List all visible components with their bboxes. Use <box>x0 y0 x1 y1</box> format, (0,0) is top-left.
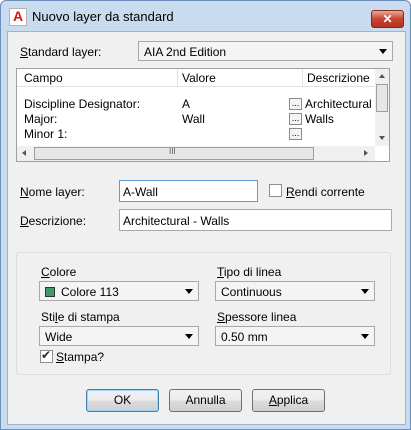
lineweight-value: 0.50 mm <box>221 330 268 344</box>
scroll-down-icon[interactable] <box>379 136 385 140</box>
color-swatch <box>45 287 55 297</box>
title-bar: A Nuovo layer da standard ✕ <box>1 1 410 31</box>
lineweight-dropdown[interactable]: 0.50 mm <box>215 326 375 346</box>
standard-layer-dropdown[interactable]: AIA 2nd Edition <box>138 41 393 61</box>
layer-name-input[interactable]: A-Wall <box>119 180 258 202</box>
cancel-button[interactable]: Annulla <box>169 389 242 412</box>
row-field: Minor 1: <box>24 127 68 141</box>
row-value: A <box>182 97 191 111</box>
scroll-up-icon[interactable] <box>379 74 385 78</box>
column-header-value[interactable]: Valore <box>182 71 216 85</box>
plot-style-dropdown[interactable]: Wide <box>39 326 199 346</box>
column-header-field[interactable]: Campo <box>24 71 63 85</box>
row-field: Major: <box>24 112 58 126</box>
row-value: Wall <box>182 112 205 126</box>
lineweight-label: Spessore linea <box>217 310 297 324</box>
plot-style-label: Stile di stampa <box>41 310 120 324</box>
chevron-down-icon <box>361 334 369 339</box>
close-button[interactable]: ✕ <box>371 10 404 28</box>
linetype-value: Continuous <box>221 285 282 299</box>
scroll-right-icon[interactable] <box>364 150 368 156</box>
color-label: Colore <box>41 265 77 279</box>
browse-button[interactable]: ... <box>289 128 302 140</box>
make-current-checkbox[interactable] <box>269 184 282 197</box>
horizontal-scroll-thumb[interactable]: III <box>34 147 314 160</box>
linetype-label: Tipo di linea <box>217 265 282 279</box>
description-input[interactable]: Architectural - Walls <box>119 209 392 231</box>
row-field: Discipline Designator: <box>24 97 141 111</box>
plot-label[interactable]: Stampa? <box>56 350 104 364</box>
row-description: Walls <box>305 112 334 126</box>
chevron-down-icon <box>185 334 193 339</box>
chevron-down-icon <box>361 289 369 294</box>
linetype-dropdown[interactable]: Continuous <box>215 281 375 301</box>
make-current-label[interactable]: Rendi corrente <box>286 185 365 199</box>
check-icon: ✔ <box>41 348 52 362</box>
autocad-app-icon: A <box>9 8 27 26</box>
vertical-scroll-thumb[interactable] <box>376 84 388 112</box>
color-dropdown[interactable]: Colore 113 <box>39 281 199 301</box>
column-divider <box>302 69 303 86</box>
color-value: Colore 113 <box>61 285 119 299</box>
plot-style-value: Wide <box>45 330 73 344</box>
column-divider <box>177 69 178 86</box>
layer-name-label: Nome layer: <box>20 185 85 199</box>
vertical-scrollbar[interactable] <box>375 69 389 146</box>
browse-button[interactable]: ... <box>289 113 302 125</box>
chevron-down-icon <box>379 49 387 54</box>
column-header-description[interactable]: Descrizione <box>307 71 370 85</box>
chevron-down-icon <box>185 289 193 294</box>
grip-icon: III <box>169 147 176 156</box>
row-description: Architectural <box>305 97 372 111</box>
dialog-window: A Nuovo layer da standard ✕ Standard lay… <box>0 0 411 430</box>
scroll-left-icon[interactable] <box>22 150 26 156</box>
description-label: Descrizione: <box>20 214 87 228</box>
dialog-title: Nuovo layer da standard <box>32 9 174 24</box>
standard-layer-value: AIA 2nd Edition <box>144 45 227 59</box>
grid-header: Campo Valore Descrizione <box>17 69 389 87</box>
plot-checkbox[interactable]: ✔ <box>40 348 53 363</box>
horizontal-scrollbar[interactable]: III <box>17 146 375 161</box>
ok-button[interactable]: OK <box>86 389 159 412</box>
browse-button[interactable]: ... <box>289 98 302 110</box>
standard-fields-grid[interactable]: Campo Valore Descrizione Discipline Desi… <box>16 68 390 162</box>
standard-layer-label: Standard layer: <box>20 45 102 59</box>
apply-button[interactable]: Applica <box>252 389 325 412</box>
